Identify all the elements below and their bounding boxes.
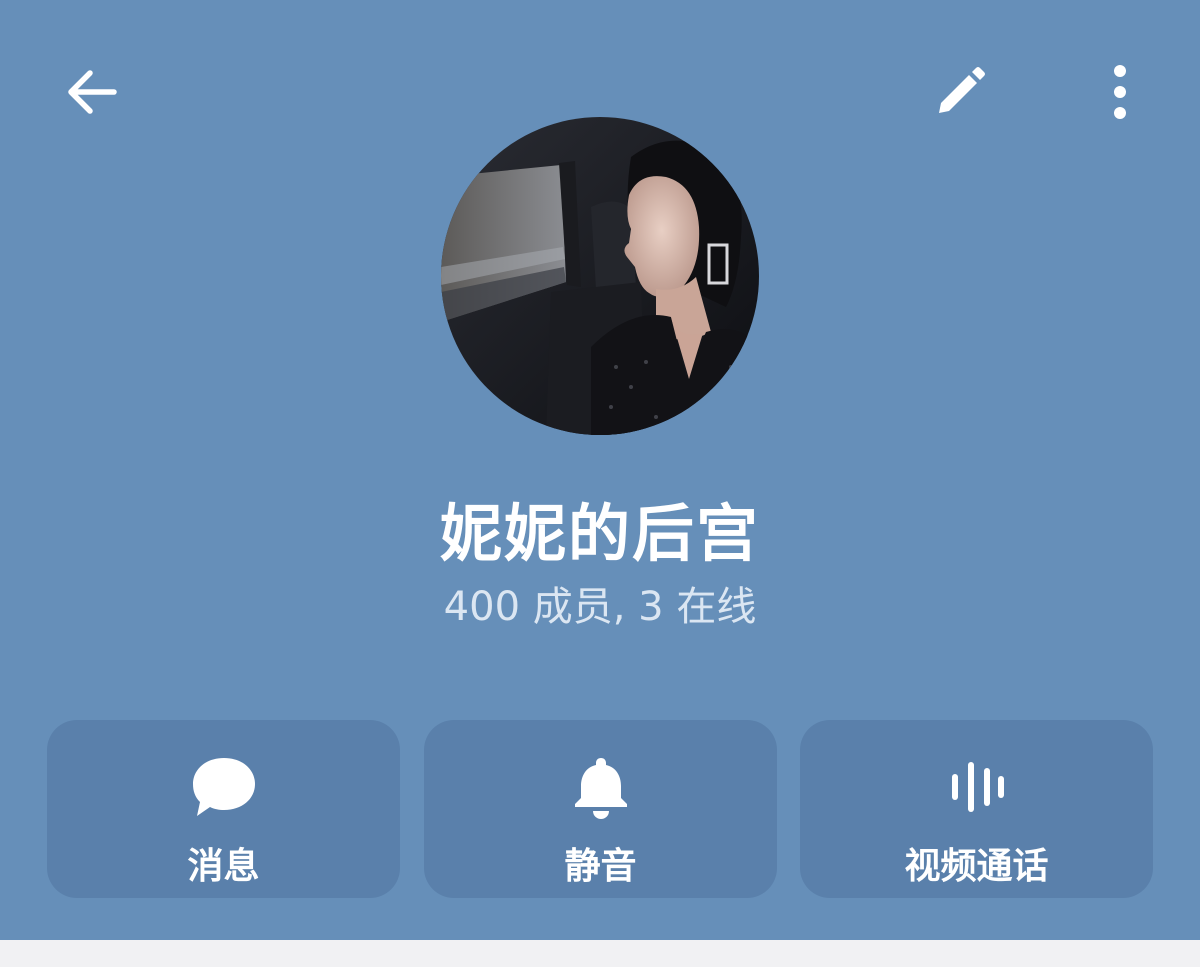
pencil-icon — [931, 63, 989, 125]
arrow-left-icon — [62, 62, 122, 126]
more-options-button[interactable] — [1080, 54, 1160, 134]
message-button-label: 消息 — [187, 846, 260, 887]
edit-button[interactable] — [920, 54, 1000, 134]
more-vertical-icon — [1110, 62, 1130, 126]
video-call-button[interactable]: 视频通话 — [800, 720, 1153, 898]
group-avatar[interactable] — [441, 117, 759, 435]
back-button[interactable] — [52, 54, 132, 134]
voice-wave-icon — [949, 759, 1005, 819]
group-name: 妮妮的后宫 — [439, 497, 760, 570]
message-button[interactable]: 消息 — [47, 720, 400, 898]
chat-bubble-icon — [189, 754, 259, 824]
profile-header: 妮妮的后宫 400 成员, 3 在线 消息 静音 视频通话 — [0, 0, 1200, 940]
bell-icon — [571, 754, 631, 824]
video-call-button-label: 视频通话 — [904, 846, 1049, 887]
member-status: 400 成员, 3 在线 — [443, 584, 757, 630]
mute-button[interactable]: 静音 — [424, 720, 777, 898]
mute-button-label: 静音 — [564, 846, 637, 887]
group-avatar-photo — [441, 117, 759, 435]
